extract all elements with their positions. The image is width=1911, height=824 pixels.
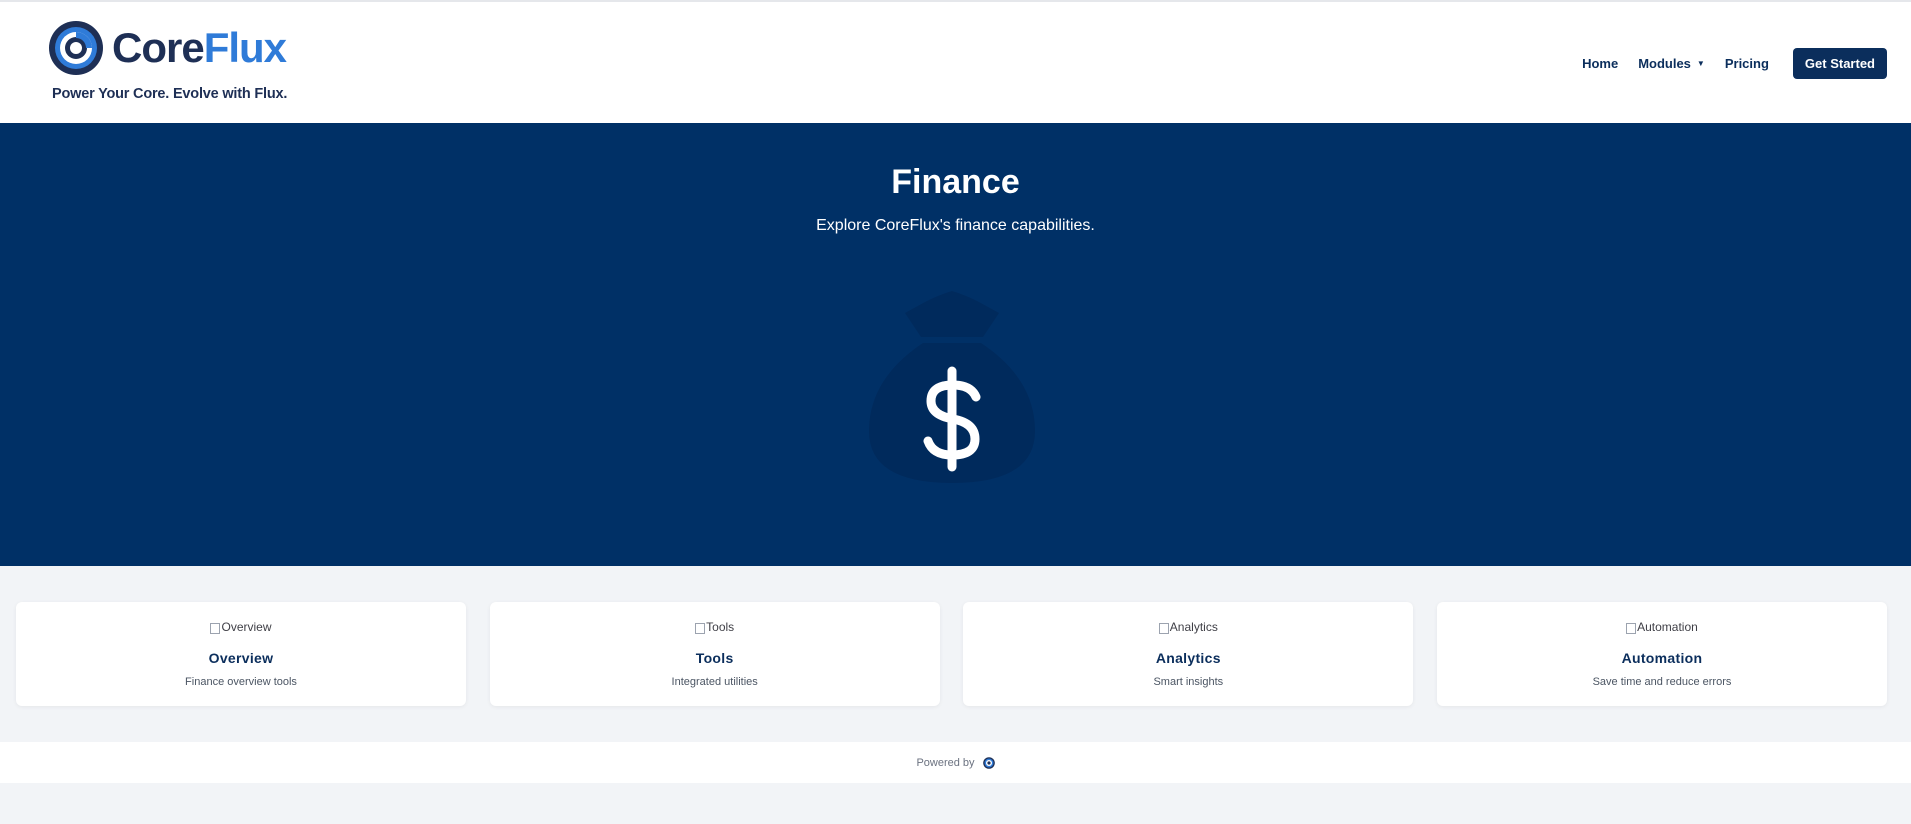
brand-logo[interactable]: CoreFlux bbox=[48, 20, 287, 76]
card-image-alt: Analytics bbox=[1169, 620, 1218, 634]
brand-name: CoreFlux bbox=[112, 24, 287, 71]
card-description: Save time and reduce errors bbox=[1592, 676, 1732, 688]
card-title: Tools bbox=[695, 650, 734, 666]
feature-card-overview[interactable]: Overview Overview Finance overview tools bbox=[16, 602, 466, 706]
card-title: Automation bbox=[1621, 650, 1703, 666]
card-image-alt: Automation bbox=[1637, 620, 1698, 634]
broken-image-icon bbox=[695, 622, 706, 634]
hero-section: Finance Explore CoreFlux's finance capab… bbox=[0, 123, 1911, 566]
nav-home-label: Home bbox=[1582, 56, 1619, 71]
card-image-automation: Automation bbox=[1437, 620, 1887, 634]
card-image-alt: Tools bbox=[706, 620, 735, 634]
nav-modules-dropdown[interactable]: Modules ▼ bbox=[1638, 56, 1705, 71]
card-description: Smart insights bbox=[1153, 676, 1224, 688]
feature-card-analytics[interactable]: Analytics Analytics Smart insights bbox=[963, 602, 1414, 706]
powered-by-label: Powered by bbox=[916, 756, 975, 769]
broken-image-icon bbox=[1158, 622, 1169, 634]
nav-pricing-label: Pricing bbox=[1724, 56, 1769, 71]
card-title: Analytics bbox=[1155, 650, 1221, 666]
main-nav: Home Modules ▼ Pricing Get Started bbox=[1582, 48, 1887, 79]
page-title: Finance bbox=[891, 163, 1020, 201]
card-image-overview: Overview bbox=[16, 620, 466, 634]
feature-card-tools[interactable]: Tools Tools Integrated utilities bbox=[489, 602, 940, 706]
page-subtitle: Explore CoreFlux's finance capabilities. bbox=[816, 217, 1095, 234]
feature-cards: Overview Overview Finance overview tools… bbox=[16, 602, 1887, 706]
card-image-analytics: Analytics bbox=[963, 620, 1413, 634]
feature-card-automation[interactable]: Automation Automation Save time and redu… bbox=[1436, 602, 1887, 706]
get-started-button[interactable]: Get Started bbox=[1792, 48, 1887, 79]
card-description: Finance overview tools bbox=[185, 676, 297, 688]
nav-home-link[interactable]: Home bbox=[1582, 56, 1618, 71]
card-image-tools: Tools bbox=[490, 620, 940, 634]
site-footer: Powered by bbox=[0, 742, 1911, 783]
site-header: CoreFlux Power Your Core. Evolve with Fl… bbox=[0, 2, 1911, 123]
card-image-alt: Overview bbox=[221, 620, 272, 634]
brand-name-core: Core bbox=[112, 24, 205, 71]
broken-image-icon bbox=[1626, 622, 1637, 634]
broken-image-icon bbox=[210, 622, 221, 634]
nav-modules-label: Modules bbox=[1638, 56, 1691, 71]
brand-name-flux: Flux bbox=[203, 24, 287, 71]
nav-pricing-link[interactable]: Pricing bbox=[1725, 56, 1769, 71]
money-bag-icon bbox=[869, 291, 1035, 483]
brand-tagline: Power Your Core. Evolve with Flux. bbox=[52, 86, 288, 102]
card-description: Integrated utilities bbox=[671, 676, 758, 688]
coreflux-small-logo-icon[interactable] bbox=[982, 756, 995, 769]
coreflux-logo-icon bbox=[49, 21, 103, 75]
caret-down-icon: ▼ bbox=[1696, 59, 1705, 68]
card-title: Overview bbox=[208, 650, 274, 666]
